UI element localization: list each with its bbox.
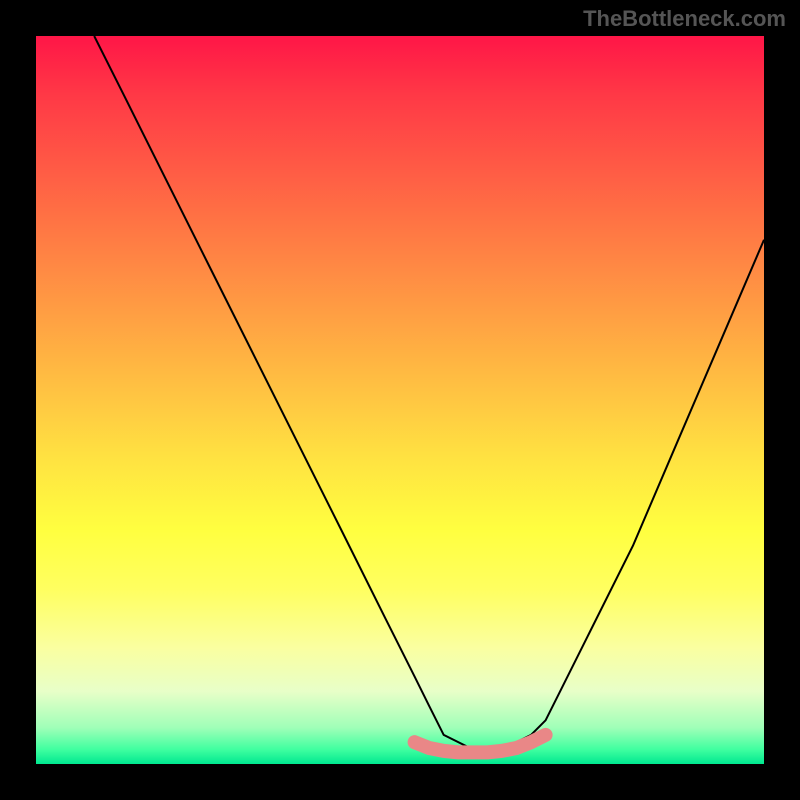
marker-band: [415, 735, 546, 753]
plot-area: [36, 36, 764, 764]
chart-svg: [36, 36, 764, 764]
chart-container: TheBottleneck.com: [0, 0, 800, 800]
watermark-text: TheBottleneck.com: [583, 6, 786, 32]
bottleneck-curve: [94, 36, 764, 749]
